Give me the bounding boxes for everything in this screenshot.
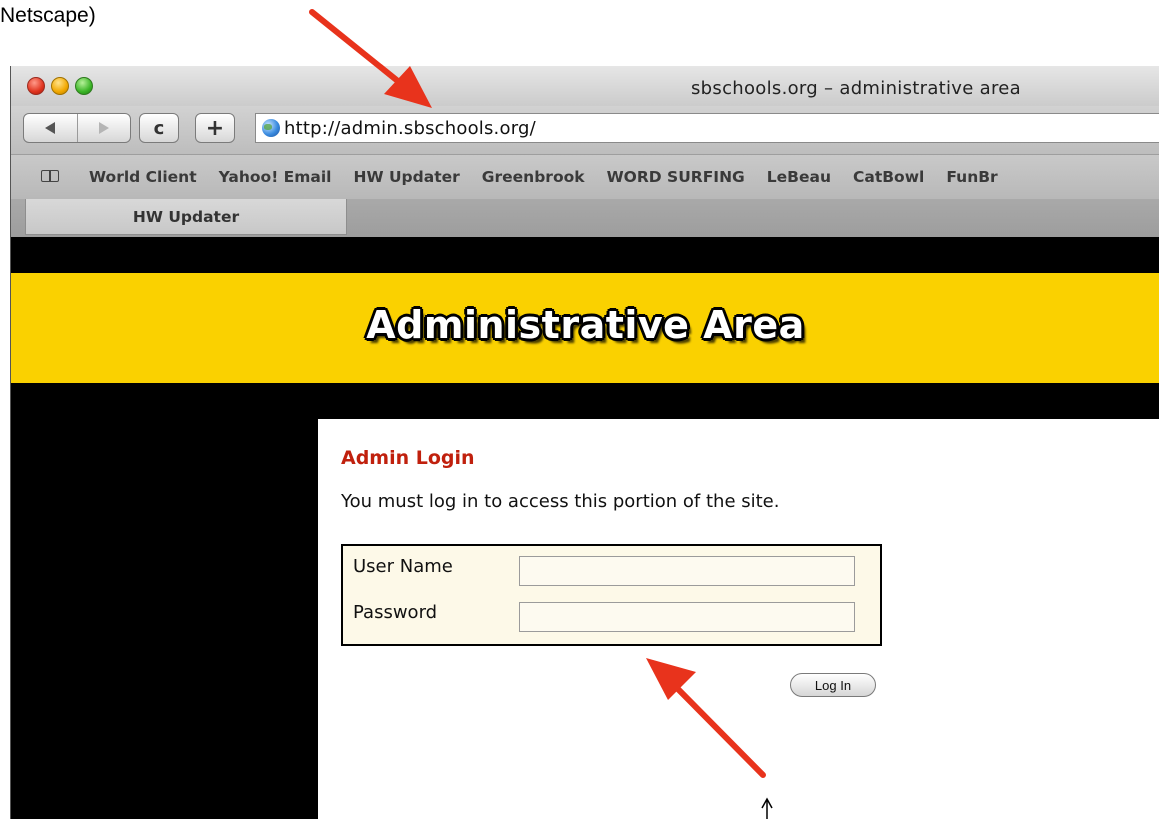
password-row: Password [343, 592, 880, 632]
username-row: User Name [343, 546, 880, 586]
reload-button[interactable]: c [139, 113, 179, 143]
bookmark-greenbrook[interactable]: Greenbrook [482, 168, 585, 186]
bookmark-lebeau[interactable]: LeBeau [767, 168, 831, 186]
address-url[interactable]: http://admin.sbschools.org/ [284, 118, 536, 139]
browser-window: sbschools.org – administrative area c + … [10, 66, 1159, 819]
address-bar[interactable]: http://admin.sbschools.org/ [255, 113, 1159, 143]
reload-icon: c [153, 117, 165, 139]
add-bookmark-button[interactable]: + [195, 113, 235, 143]
login-button[interactable]: Log In [790, 673, 876, 697]
bookmarks-bar: World Client Yahoo! Email HW Updater Gre… [11, 154, 1159, 200]
username-label: User Name [353, 556, 453, 577]
bookmark-word-surfing[interactable]: WORD SURFING [607, 168, 745, 186]
zoom-window-button[interactable] [75, 77, 93, 95]
login-form-box: User Name Password [341, 544, 882, 646]
web-page: Administrative Area Admin Login You must… [11, 237, 1159, 819]
caption-text: Netscape) [0, 4, 96, 27]
page-banner: Administrative Area [11, 273, 1159, 383]
login-panel: Admin Login You must log in to access th… [318, 419, 1159, 819]
bookmark-hw-updater[interactable]: HW Updater [354, 168, 460, 186]
password-label: Password [353, 602, 438, 623]
login-heading: Admin Login [341, 447, 475, 469]
add-icon: + [205, 115, 225, 141]
bookmarks-book-icon[interactable] [41, 170, 61, 184]
minimize-window-button[interactable] [51, 77, 69, 95]
forward-arrow-icon [98, 122, 109, 134]
globe-icon [262, 119, 280, 137]
banner-title: Administrative Area [366, 303, 805, 347]
bookmark-catbowl[interactable]: CatBowl [853, 168, 924, 186]
login-message: You must log in to access this portion o… [341, 491, 780, 512]
password-input[interactable] [519, 602, 855, 632]
tab-hw-updater[interactable]: HW Updater [25, 199, 347, 235]
username-input[interactable] [519, 556, 855, 586]
close-window-button[interactable] [27, 77, 45, 95]
tab-label: HW Updater [132, 207, 240, 226]
back-forward-buttons [23, 113, 131, 143]
bookmark-world-client[interactable]: World Client [89, 168, 197, 186]
bookmark-funbr[interactable]: FunBr [946, 168, 997, 186]
title-bar: sbschools.org – administrative area [11, 66, 1159, 110]
bookmark-yahoo-email[interactable]: Yahoo! Email [219, 168, 332, 186]
back-arrow-icon [45, 122, 56, 134]
window-title: sbschools.org – administrative area [691, 78, 1021, 99]
tab-bar: HW Updater [11, 199, 1159, 237]
forward-button[interactable] [76, 114, 131, 142]
back-button[interactable] [24, 114, 77, 142]
toolbar: c + http://admin.sbschools.org/ [11, 106, 1159, 154]
